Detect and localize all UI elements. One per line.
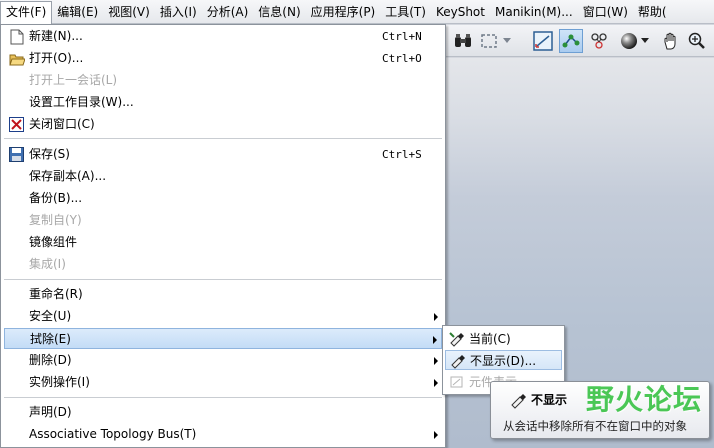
- selection-box-icon[interactable]: [477, 29, 501, 53]
- menu-item-label: 备份(B)...: [29, 191, 83, 205]
- menu-item-label: 镜像组件: [29, 235, 78, 249]
- menu-item-label: 声明(D): [29, 405, 72, 419]
- submenu-item-label: 不显示(D)...: [470, 354, 537, 368]
- menu-item-shortcut: Ctrl+N: [382, 30, 422, 43]
- erase-not-displayed-icon: [450, 353, 466, 369]
- menu-view[interactable]: 视图(V): [103, 1, 155, 23]
- menu-bar: 文件(F) 编辑(E) 视图(V) 插入(I) 分析(A) 信息(N) 应用程序…: [0, 0, 714, 25]
- submenu-arrow-icon: [434, 357, 438, 365]
- menu-item-label: 拭除(E): [30, 332, 71, 346]
- datum-icon[interactable]: [559, 29, 583, 53]
- save-disk-icon: [8, 146, 25, 163]
- menu-item-label: 打开(O)...: [29, 51, 84, 65]
- menu-separator: [4, 397, 442, 398]
- menu-item-delete[interactable]: 删除(D): [4, 350, 442, 371]
- menu-item-set-working-directory[interactable]: 设置工作目录(W)...: [4, 92, 442, 113]
- open-folder-icon: [8, 50, 25, 67]
- menu-item-label: 集成(I): [29, 257, 66, 271]
- menu-item-label: 安全(U): [29, 309, 72, 323]
- menu-item-backup[interactable]: 备份(B)...: [4, 188, 442, 209]
- menu-item-security[interactable]: 安全(U): [4, 306, 442, 327]
- toolbar: [445, 25, 714, 57]
- menu-item-label: 重命名(R): [29, 287, 83, 301]
- menu-insert[interactable]: 插入(I): [155, 1, 202, 23]
- menu-window[interactable]: 窗口(W): [578, 1, 633, 23]
- submenu-arrow-icon: [434, 313, 438, 321]
- menu-item-new[interactable]: 新建(N)... Ctrl+N: [4, 26, 442, 47]
- menu-item-shortcut: Ctrl+O: [382, 52, 422, 65]
- menu-manikin[interactable]: Manikin(M)...: [490, 1, 578, 23]
- submenu-item-label: 当前(C): [469, 332, 511, 346]
- menu-item-instance-operations[interactable]: 实例操作(I): [4, 372, 442, 393]
- tooltip: 不显示 从会话中移除所有不在窗口中的对象: [490, 381, 710, 439]
- zoom-in-icon[interactable]: [685, 29, 709, 53]
- menu-separator: [4, 138, 442, 139]
- new-file-icon: [8, 28, 25, 45]
- menu-keyshot[interactable]: KeyShot: [431, 1, 490, 23]
- menu-item-label: 实例操作(I): [29, 375, 90, 389]
- menu-help[interactable]: 帮助(: [633, 1, 672, 23]
- erase-not-displayed-icon: [509, 390, 529, 410]
- menu-applications[interactable]: 应用程序(P): [306, 1, 381, 23]
- menu-item-mirror-component[interactable]: 镜像组件: [4, 232, 442, 253]
- menu-item-close-window[interactable]: 关闭窗口(C): [4, 114, 442, 135]
- tooltip-title: 不显示: [531, 393, 568, 407]
- pan-hand-icon[interactable]: [659, 29, 683, 53]
- menu-item-save-copy[interactable]: 保存副本(A)...: [4, 166, 442, 187]
- menu-edit[interactable]: 编辑(E): [52, 1, 103, 23]
- menu-item-integrate: 集成(I): [4, 254, 442, 275]
- menu-item-label: Associative Topology Bus(T): [29, 427, 197, 441]
- tooltip-description: 从会话中移除所有不在窗口中的对象: [503, 419, 687, 433]
- menu-analysis[interactable]: 分析(A): [202, 1, 254, 23]
- dropdown-arrow-icon[interactable]: [501, 29, 513, 53]
- menu-item-label: 删除(D): [29, 353, 72, 367]
- binoculars-icon[interactable]: [451, 29, 475, 53]
- submenu-item-not-displayed[interactable]: 不显示(D)...: [445, 350, 562, 370]
- submenu-arrow-icon: [434, 379, 438, 387]
- menu-item-label: 打开上一会话(L): [29, 73, 118, 87]
- menu-item-label: 新建(N)...: [29, 29, 83, 43]
- menu-tools[interactable]: 工具(T): [380, 1, 431, 23]
- menu-item-copy-from: 复制自(Y): [4, 210, 442, 231]
- network-icon[interactable]: [587, 29, 611, 53]
- erase-current-icon: [449, 331, 465, 347]
- menu-item-label: 关闭窗口(C): [29, 117, 95, 131]
- menu-separator: [4, 279, 442, 280]
- menu-item-associative-topology-bus[interactable]: Associative Topology Bus(T): [4, 424, 442, 445]
- menu-item-open-last-session: 打开上一会话(L): [4, 70, 442, 91]
- submenu-item-current[interactable]: 当前(C): [445, 329, 562, 349]
- menu-item-shortcut: Ctrl+S: [382, 148, 422, 161]
- menu-item-label: 保存(S): [29, 147, 70, 161]
- menu-info[interactable]: 信息(N): [253, 1, 305, 23]
- menu-item-erase[interactable]: 拭除(E): [4, 328, 442, 349]
- menu-item-label: 保存副本(A)...: [29, 169, 107, 183]
- file-menu-dropdown: 新建(N)... Ctrl+N 打开(O)... Ctrl+O 打开上一会话(L…: [0, 24, 446, 448]
- menu-item-label: 设置工作目录(W)...: [29, 95, 134, 109]
- erase-component-icon: [449, 374, 465, 390]
- menu-item-declare[interactable]: 声明(D): [4, 402, 442, 423]
- submenu-arrow-icon: [434, 431, 438, 439]
- menu-file[interactable]: 文件(F): [0, 0, 53, 25]
- menu-item-open[interactable]: 打开(O)... Ctrl+O: [4, 48, 442, 69]
- close-window-icon: [8, 116, 25, 133]
- menu-item-label: 复制自(Y): [29, 213, 82, 227]
- chart-view-icon[interactable]: [531, 29, 555, 53]
- submenu-arrow-icon: [433, 336, 437, 344]
- menu-item-rename[interactable]: 重命名(R): [4, 284, 442, 305]
- shading-sphere-icon[interactable]: [617, 29, 641, 53]
- dropdown-arrow-icon[interactable]: [639, 29, 651, 53]
- menu-item-save[interactable]: 保存(S) Ctrl+S: [4, 144, 442, 165]
